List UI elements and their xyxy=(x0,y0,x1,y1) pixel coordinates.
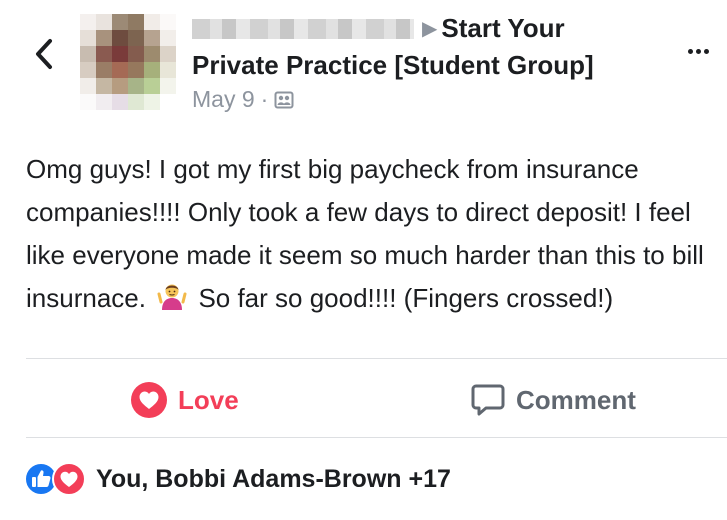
reaction-icons xyxy=(24,462,86,496)
post-meta: May 9 · xyxy=(192,86,294,113)
comment-label: Comment xyxy=(516,384,636,415)
person-shrugging-emoji-icon xyxy=(157,281,187,324)
love-reaction-icon xyxy=(131,382,167,418)
love-label: Love xyxy=(178,384,239,415)
group-audience-icon xyxy=(274,91,294,108)
post-body-text-2: So far so good!!!! (Fingers crossed!) xyxy=(198,283,614,313)
meta-separator: · xyxy=(260,86,269,112)
post-body: Omg guys! I got my first big paycheck fr… xyxy=(26,148,726,324)
reactions-summary-text: You, Bobbi Adams-Brown +17 xyxy=(96,464,451,493)
more-dot xyxy=(687,48,693,54)
author-avatar-blurred[interactable] xyxy=(80,14,176,110)
more-dot xyxy=(695,48,701,54)
triangle-right-icon: ▶ xyxy=(422,18,438,40)
divider xyxy=(26,437,727,438)
post-date[interactable]: May 9 xyxy=(192,86,255,113)
more-dot xyxy=(703,48,709,54)
more-options-button[interactable] xyxy=(680,36,716,66)
reactions-summary[interactable]: You, Bobbi Adams-Brown +17 xyxy=(24,462,451,496)
chevron-left-icon xyxy=(36,39,52,69)
post-header: ▶ Start Your Private Practice [Student Gr… xyxy=(192,10,652,83)
comment-icon xyxy=(471,384,505,416)
redacted-author-name[interactable] xyxy=(192,19,414,39)
love-icon xyxy=(52,462,86,496)
comment-button[interactable]: Comment xyxy=(470,374,636,426)
back-button[interactable] xyxy=(30,34,58,74)
love-button[interactable]: Love xyxy=(130,374,239,426)
divider xyxy=(26,358,727,359)
